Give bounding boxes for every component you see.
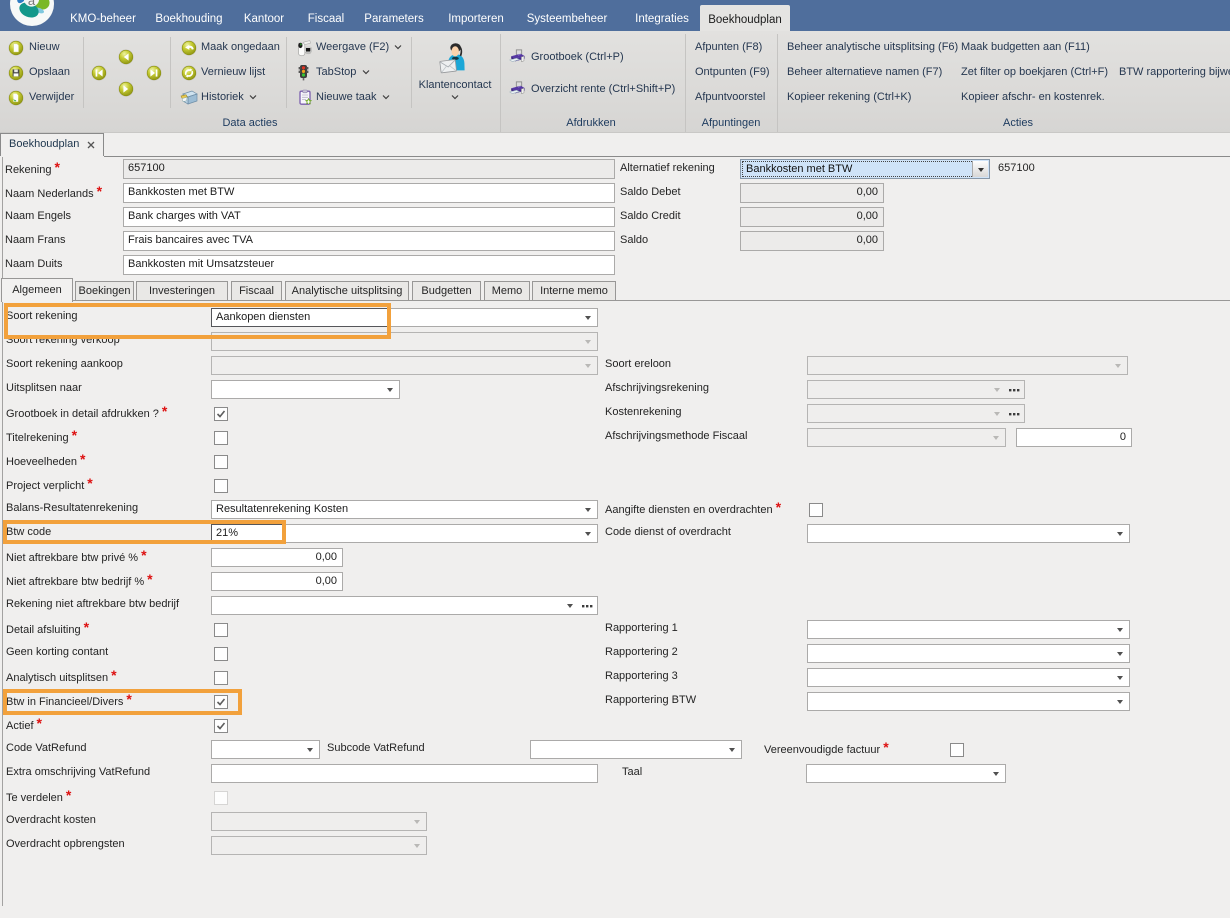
svg-text:a: a (28, 0, 36, 8)
